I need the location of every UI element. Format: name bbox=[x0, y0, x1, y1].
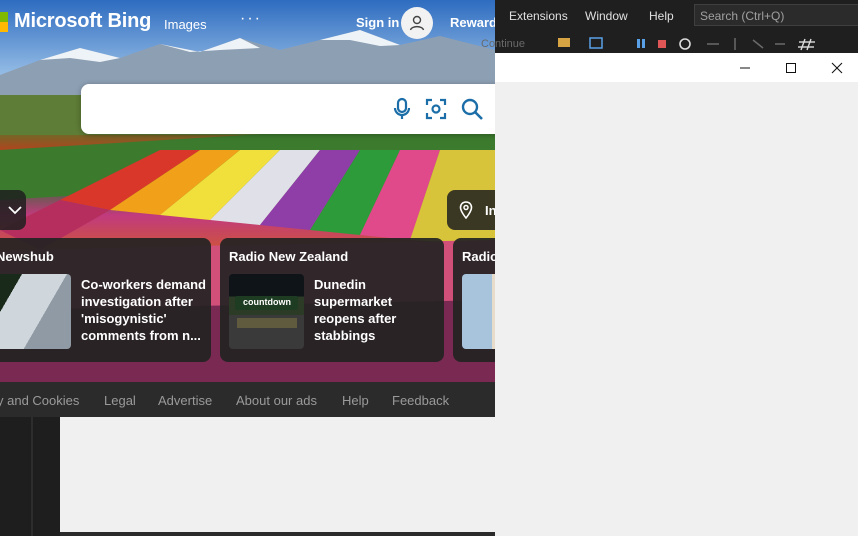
bing-header: Microsoft Bing Images ··· Sign in Reward… bbox=[0, 0, 495, 46]
news-card[interactable]: Newshub Co-workers demand investigation … bbox=[0, 238, 211, 362]
hash-icon bbox=[798, 38, 815, 51]
folder-icon bbox=[558, 38, 570, 47]
ide-search-box[interactable]: Search (Ctrl+Q) bbox=[694, 4, 858, 26]
chevron-down-icon bbox=[8, 206, 22, 215]
ide-search-placeholder: Search (Ctrl+Q) bbox=[700, 9, 785, 23]
toolbar-icons bbox=[558, 37, 815, 51]
rewards-link[interactable]: Rewards bbox=[450, 15, 495, 30]
blank-pane bbox=[60, 417, 495, 536]
bing-page: Microsoft Bing Images ··· Sign in Reward… bbox=[0, 0, 495, 417]
more-menu-button[interactable]: ··· bbox=[240, 10, 262, 28]
restart-icon bbox=[679, 38, 691, 50]
maximize-icon bbox=[786, 62, 796, 73]
news-source: Radio bbox=[462, 249, 495, 264]
menu-help[interactable]: Help bbox=[649, 9, 674, 23]
store-sign: countdown bbox=[243, 297, 291, 307]
step-arrows-icon bbox=[707, 38, 785, 50]
minimize-button[interactable] bbox=[722, 53, 768, 82]
bing-footer: y and Cookies Legal Advertise About our … bbox=[0, 382, 495, 417]
footer-link-legal[interactable]: Legal bbox=[104, 393, 136, 408]
news-headline: Co-workers demand investigation after 'm… bbox=[81, 277, 206, 343]
avatar[interactable] bbox=[401, 7, 433, 39]
search-icon[interactable] bbox=[460, 97, 484, 121]
footer-link-help[interactable]: Help bbox=[342, 393, 369, 408]
collapse-chip[interactable] bbox=[0, 190, 26, 230]
blank-window bbox=[495, 53, 858, 536]
microphone-icon[interactable] bbox=[390, 97, 414, 121]
footer-link-about-ads[interactable]: About our ads bbox=[236, 393, 317, 408]
news-source: Newshub bbox=[0, 249, 54, 264]
bing-logo[interactable]: Microsoft Bing bbox=[0, 10, 151, 33]
user-icon bbox=[409, 15, 425, 31]
close-icon bbox=[831, 62, 843, 73]
background-panel bbox=[0, 417, 60, 536]
ide-toolbar bbox=[495, 32, 858, 53]
location-pin-icon bbox=[459, 201, 473, 219]
visual-search-icon[interactable] bbox=[424, 97, 448, 121]
news-card[interactable]: Radio bbox=[453, 238, 495, 362]
news-headline: Dunedin supermarket reopens after stabbi… bbox=[314, 277, 397, 343]
search-box[interactable] bbox=[81, 84, 495, 134]
location-chip[interactable]: In bbox=[447, 190, 495, 230]
nav-images-link[interactable]: Images bbox=[164, 17, 207, 32]
sign-in-link[interactable]: Sign in bbox=[356, 15, 399, 30]
brand-name: Microsoft Bing bbox=[14, 10, 152, 32]
news-source: Radio New Zealand bbox=[229, 249, 349, 264]
home-icon bbox=[589, 37, 603, 49]
footer-link-advertise[interactable]: Advertise bbox=[158, 393, 212, 408]
pause-icon bbox=[637, 39, 645, 48]
stop-icon bbox=[658, 40, 666, 48]
news-thumbnail bbox=[462, 274, 495, 349]
menu-window[interactable]: Window bbox=[585, 9, 628, 23]
news-thumbnail bbox=[0, 274, 71, 349]
continue-button[interactable]: Continue bbox=[481, 38, 525, 50]
footer-link-feedback[interactable]: Feedback bbox=[392, 393, 449, 408]
footer-link-privacy[interactable]: y and Cookies bbox=[0, 393, 79, 408]
close-button[interactable] bbox=[814, 53, 858, 82]
divider bbox=[31, 417, 33, 536]
microsoft-logo-icon bbox=[0, 11, 8, 32]
news-thumbnail: countdown bbox=[229, 274, 304, 349]
maximize-button[interactable] bbox=[768, 53, 814, 82]
location-chip-label: In bbox=[485, 203, 495, 218]
minimize-icon bbox=[740, 67, 750, 68]
news-card[interactable]: Radio New Zealand countdown Dunedin supe… bbox=[220, 238, 444, 362]
window-titlebar bbox=[495, 53, 858, 82]
search-input[interactable] bbox=[95, 96, 389, 124]
menu-extensions[interactable]: Extensions bbox=[509, 9, 568, 23]
